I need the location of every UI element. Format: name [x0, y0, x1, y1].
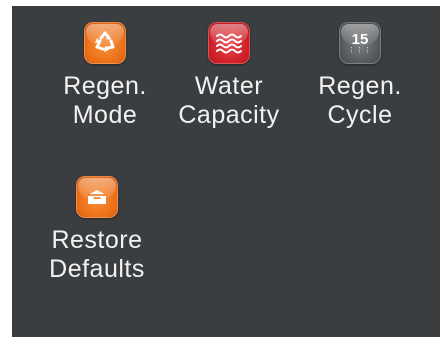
drops-icon: ⋮⋮⋮ [348, 45, 372, 54]
regen-mode-label: Regen. Mode [63, 72, 147, 129]
menu-screen: Regen. Mode Water Capacity 15 ⋮⋮⋮ Regen.… [12, 6, 440, 337]
restore-defaults-button[interactable]: Restore Defaults [42, 176, 152, 284]
recycle-icon [84, 22, 126, 64]
water-capacity-button[interactable]: Water Capacity [164, 22, 294, 130]
regen-cycle-label: Regen. Cycle [318, 72, 402, 129]
water-waves-icon [208, 22, 250, 64]
cycle-number: 15 [351, 30, 369, 48]
restore-defaults-label: Restore Defaults [49, 226, 145, 283]
regen-mode-button[interactable]: Regen. Mode [50, 22, 160, 130]
water-capacity-label: Water Capacity [178, 72, 280, 129]
regen-cycle-button[interactable]: 15 ⋮⋮⋮ Regen. Cycle [308, 22, 412, 130]
restore-box-icon [76, 176, 118, 218]
cycle-timer-icon: 15 ⋮⋮⋮ [339, 22, 381, 64]
